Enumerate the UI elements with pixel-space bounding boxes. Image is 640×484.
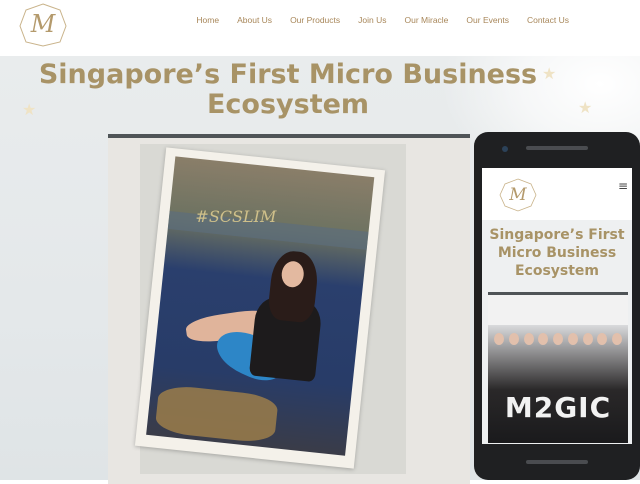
face	[597, 333, 608, 345]
face	[494, 333, 504, 345]
mobile-hero-photo: M2GIC	[488, 292, 628, 443]
mobile-brand-logo[interactable]: M	[498, 178, 538, 212]
hero-title-line2: Ecosystem	[206, 89, 370, 120]
phone-home-bar	[526, 460, 588, 464]
face	[582, 333, 593, 345]
nav-our-products[interactable]: Our Products	[281, 14, 349, 26]
nav-join-us[interactable]: Join Us	[349, 14, 395, 26]
mobile-hero-title: Singapore’s First Micro Business Ecosyst…	[482, 226, 632, 280]
camera-icon	[502, 146, 508, 152]
picnic-items	[154, 383, 279, 445]
mobile-hero: Singapore’s First Micro Business Ecosyst…	[482, 220, 632, 444]
face	[538, 333, 549, 345]
photo-hashtag: #SCSLIM	[195, 206, 277, 226]
svg-text:M: M	[30, 10, 57, 38]
mobile-title-line3: Ecosystem	[514, 263, 600, 279]
face	[553, 333, 563, 345]
face	[523, 333, 534, 345]
nav-about-us[interactable]: About Us	[228, 14, 281, 26]
phone-screen: M ≡ Singapore’s First Micro Business Eco…	[482, 168, 632, 444]
star-icon: ★	[578, 98, 593, 117]
nav-contact-us[interactable]: Contact Us	[518, 14, 578, 26]
hero-title-line1: Singapore’s First Micro Business	[38, 59, 538, 90]
svg-text:M: M	[508, 185, 527, 205]
face	[567, 333, 578, 345]
main-nav: Home About Us Our Products Join Us Our M…	[187, 14, 578, 26]
mobile-title-line1: Singapore’s First	[489, 227, 625, 243]
brand-logo[interactable]: M	[16, 2, 70, 48]
nav-our-miracle[interactable]: Our Miracle	[395, 14, 457, 26]
nav-our-events[interactable]: Our Events	[457, 14, 518, 26]
polaroid-print: #SCSLIM	[134, 147, 386, 469]
nav-home[interactable]: Home	[187, 14, 228, 26]
face	[508, 333, 519, 345]
mobile-title-line2: Micro Business	[497, 245, 617, 261]
group-faces	[494, 333, 622, 347]
poolside-photo: #SCSLIM	[146, 156, 375, 456]
phone-speaker	[526, 146, 588, 150]
mobile-preview-phone: M ≡ Singapore’s First Micro Business Eco…	[474, 132, 640, 480]
face	[612, 333, 622, 345]
mobile-photo-brand: M2GIC	[504, 391, 612, 424]
hamburger-menu-icon[interactable]: ≡	[618, 180, 628, 192]
hero-photo: #SCSLIM	[108, 134, 470, 484]
hero-title: Singapore’s First Micro Business Ecosyst…	[0, 60, 576, 120]
site-header: M Home About Us Our Products Join Us Our…	[0, 0, 640, 56]
